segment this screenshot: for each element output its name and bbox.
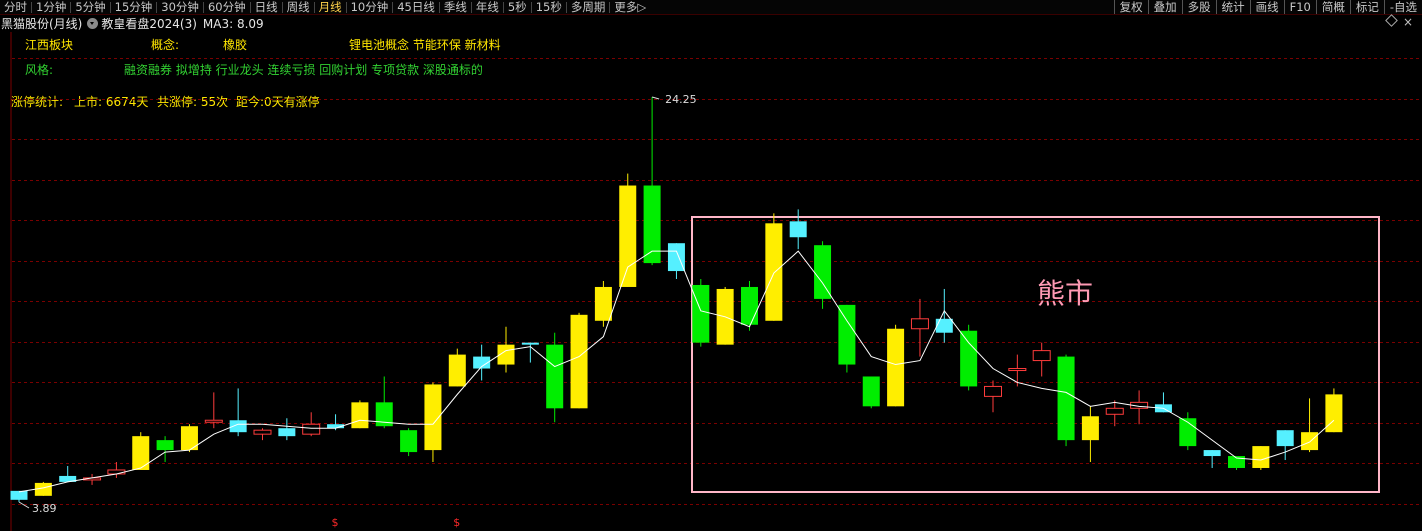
signal-marker: $ (453, 516, 460, 529)
candle-body (594, 286, 612, 321)
candle-body (1276, 430, 1294, 447)
candle-body (546, 344, 564, 409)
candle-body (619, 185, 637, 287)
candle-body (570, 314, 588, 409)
min-price-label: 3.89 (32, 502, 57, 515)
candle-body (448, 354, 466, 387)
candle-body (253, 429, 272, 435)
candle-body (34, 482, 52, 496)
candle-body (1032, 350, 1051, 362)
grid-lines (12, 58, 1422, 505)
candle-body (1008, 368, 1027, 372)
candle-body (1325, 394, 1343, 433)
candle-body (107, 469, 126, 475)
candles (10, 97, 1343, 502)
ma3-line (18, 250, 1335, 493)
candle-body (789, 221, 807, 238)
candle-body (741, 286, 758, 325)
candle-body (984, 385, 1002, 397)
candle-body (302, 423, 321, 435)
candle-body (400, 430, 418, 453)
candlestick-chart[interactable]: 24.25 3.89 $ $ (0, 0, 1422, 531)
candle-body (960, 330, 978, 387)
candle-body (1203, 450, 1221, 457)
candle-body (838, 304, 856, 365)
candle-body (351, 402, 369, 429)
candle-body (692, 284, 710, 343)
candle-body (1301, 432, 1319, 451)
candle-body (814, 245, 832, 299)
candle-body (1057, 356, 1075, 441)
candle-body (132, 436, 150, 470)
candle-body (1081, 416, 1099, 441)
candle-body (204, 419, 223, 423)
candle-body (765, 223, 783, 321)
candle-body (862, 376, 880, 407)
candle-body (910, 318, 929, 330)
max-price-label: 24.25 (665, 93, 697, 106)
candle-body (10, 490, 28, 500)
candle-body (521, 342, 539, 345)
candle-body (278, 428, 296, 437)
candle-body (935, 318, 953, 333)
candle-body (887, 328, 905, 407)
bear-market-annotation: 熊市 (1037, 277, 1094, 310)
candle-body (1105, 407, 1124, 415)
candle-body (156, 440, 174, 451)
signal-marker: $ (332, 516, 339, 529)
candle-body (1252, 446, 1270, 468)
max-pointer (651, 96, 660, 100)
